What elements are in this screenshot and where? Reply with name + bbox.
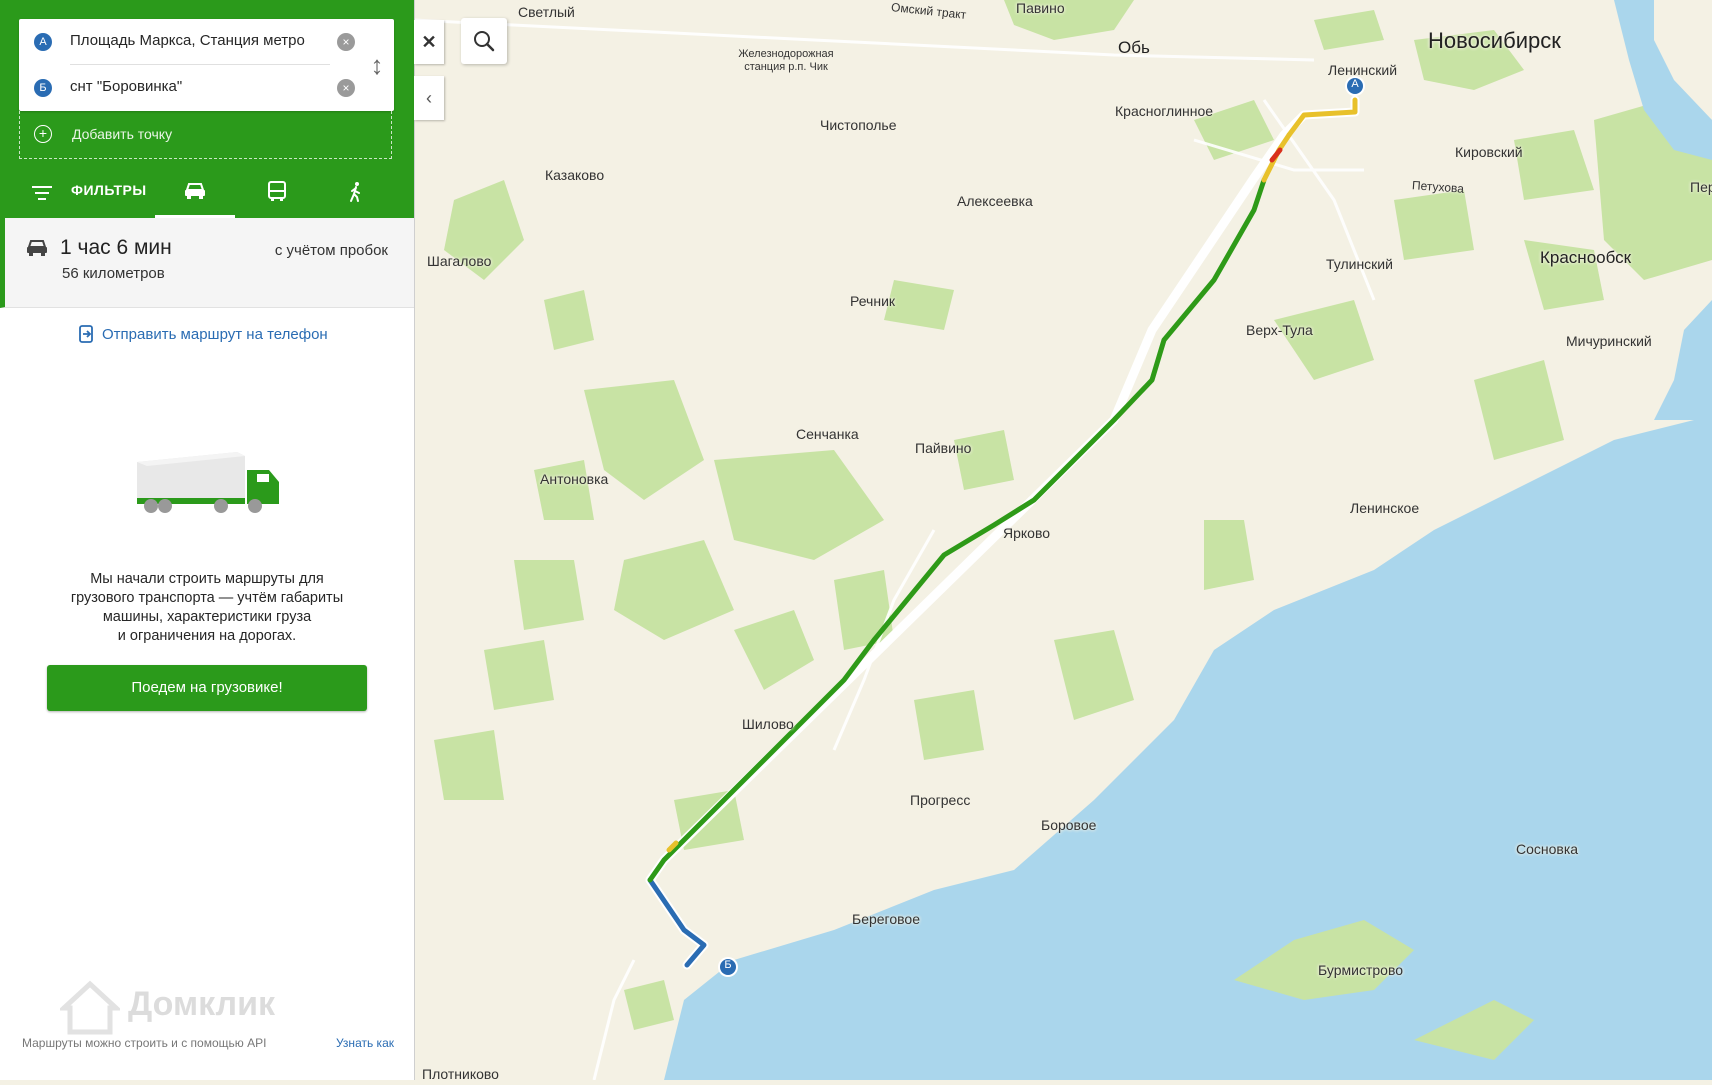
map-label-beregovoe: Береговое — [852, 911, 920, 927]
collapse-panel-button[interactable]: ‹ — [414, 76, 444, 120]
truck-promo-text: Мы начали строить маршруты для грузового… — [40, 570, 374, 646]
point-a-input[interactable]: Площадь Маркса, Станция метро — [70, 32, 305, 49]
add-point-button[interactable]: + Добавить точку — [19, 111, 392, 159]
map-label-alekseevka: Алексеевка — [957, 193, 1033, 209]
map-label-svetly: Светлый — [518, 4, 575, 20]
route-summary[interactable]: 1 час 6 мин с учётом пробок 56 километро… — [0, 218, 414, 308]
map-label-per: Пер — [1690, 179, 1712, 195]
traffic-note: с учётом пробок — [274, 242, 388, 259]
route-sidebar: А Площадь Маркса, Станция метро × Б снт … — [0, 0, 415, 1080]
car-icon — [185, 183, 205, 199]
point-a-badge: А — [34, 33, 52, 51]
truck-promo-line: Мы начали строить маршруты для — [90, 571, 324, 587]
map-label-michurinsky: Мичуринский — [1566, 333, 1652, 349]
map-label-tulinsky: Тулинский — [1326, 256, 1393, 272]
map-label-krasnoglinnoe: Красноглинное — [1115, 103, 1214, 119]
filters-label: ФИЛЬТРЫ — [71, 182, 147, 198]
filter-icon — [32, 186, 52, 200]
tab-filters[interactable]: ФИЛЬТРЫ — [30, 166, 155, 218]
add-point-label: Добавить точку — [72, 126, 173, 142]
map-label-kazakovo: Казаково — [545, 167, 605, 183]
tab-walking[interactable] — [318, 166, 398, 218]
car-icon — [27, 240, 47, 256]
route-header: А Площадь Маркса, Станция метро × Б снт … — [0, 0, 414, 218]
map-label-chistopolye: Чистополье — [820, 117, 897, 133]
map-label-leninsky: Ленинский — [1328, 62, 1398, 78]
close-route-button[interactable]: ✕ — [414, 20, 444, 64]
map-canvas[interactable]: А Б — [413, 0, 1712, 1081]
truck-promo-line: машины, характеристики груза — [102, 609, 312, 625]
point-a-row[interactable]: А Площадь Маркса, Станция метро × — [19, 19, 375, 65]
close-icon: ✕ — [421, 32, 437, 52]
clear-point-b-icon[interactable]: × — [337, 79, 355, 97]
map-label-krasnoobsk: Краснообск — [1540, 248, 1632, 267]
search-icon — [474, 31, 495, 52]
truck-illustration — [137, 452, 279, 513]
tab-public-transport[interactable] — [238, 166, 318, 218]
send-route-to-phone-link[interactable]: Отправить маршрут на телефон — [102, 326, 328, 343]
tab-car[interactable] — [155, 166, 235, 218]
clear-point-a-icon[interactable]: × — [337, 33, 355, 51]
map-graphic — [413, 0, 1712, 1081]
route-points-box: А Площадь Маркса, Станция метро × Б снт … — [19, 19, 394, 111]
map-label-ob: Обь — [1118, 38, 1150, 57]
map-label-verkh-tula: Верх-Тула — [1246, 322, 1313, 338]
map-label-rechnik: Речник — [850, 293, 896, 309]
map-label-burmistrovo: Бурмистрово — [1318, 962, 1404, 978]
chevron-left-icon: ‹ — [426, 88, 432, 108]
marker-a[interactable]: А — [1341, 78, 1369, 90]
map-label-yarkovo: Ярково — [1003, 525, 1051, 541]
map-label-chik-station: Железнодорожная станция р.п. Чик — [738, 48, 834, 73]
marker-b[interactable]: Б — [714, 959, 742, 971]
map-label-leninskoe: Ленинское — [1350, 500, 1420, 516]
map-label-sosnovka: Сосновка — [1516, 841, 1579, 857]
route-duration: 1 час 6 мин — [60, 236, 172, 259]
api-note: Маршруты можно строить и с помощью API — [22, 1036, 267, 1050]
plus-circle-icon: + — [34, 125, 52, 143]
map-search-button[interactable] — [461, 18, 507, 64]
truck-promo-line: и ограничения на дорогах. — [117, 628, 297, 644]
swap-points-icon[interactable]: ↕ — [366, 47, 388, 83]
point-b-row[interactable]: Б снт "Боровинка" × — [19, 65, 375, 111]
api-learn-link[interactable]: Узнать как — [336, 1036, 394, 1050]
map-label-shagalovo: Шагалово — [427, 253, 492, 269]
point-b-input[interactable]: снт "Боровинка" — [70, 78, 182, 95]
transport-tabs: ФИЛЬТРЫ — [0, 166, 414, 218]
map-label-antonovka: Антоновка — [540, 471, 609, 487]
send-to-phone-icon — [79, 325, 93, 343]
route-distance: 56 километров — [62, 265, 165, 282]
point-b-badge: Б — [34, 79, 52, 97]
bus-icon — [268, 181, 286, 201]
walking-icon — [350, 182, 360, 202]
domclick-watermark: Домклик — [128, 985, 276, 1023]
map-label-borovoe: Боровое — [1041, 817, 1097, 833]
map-label-payvino: Пайвино — [915, 440, 972, 456]
truck-route-button[interactable]: Поедем на грузовике! — [47, 665, 367, 711]
map-label-senchanka: Сенчанка — [796, 426, 859, 442]
map-label-pavino: Павино — [1016, 0, 1065, 16]
domclick-logo-icon — [60, 980, 120, 1035]
truck-promo-line: грузового транспорта — учтём габариты — [70, 590, 344, 606]
map-label-progress: Прогресс — [910, 792, 971, 808]
map-label-kirovsky: Кировский — [1455, 144, 1523, 160]
map-label-shilovo: Шилово — [742, 716, 794, 732]
map-label-novosibirsk: Новосибирск — [1428, 28, 1561, 53]
